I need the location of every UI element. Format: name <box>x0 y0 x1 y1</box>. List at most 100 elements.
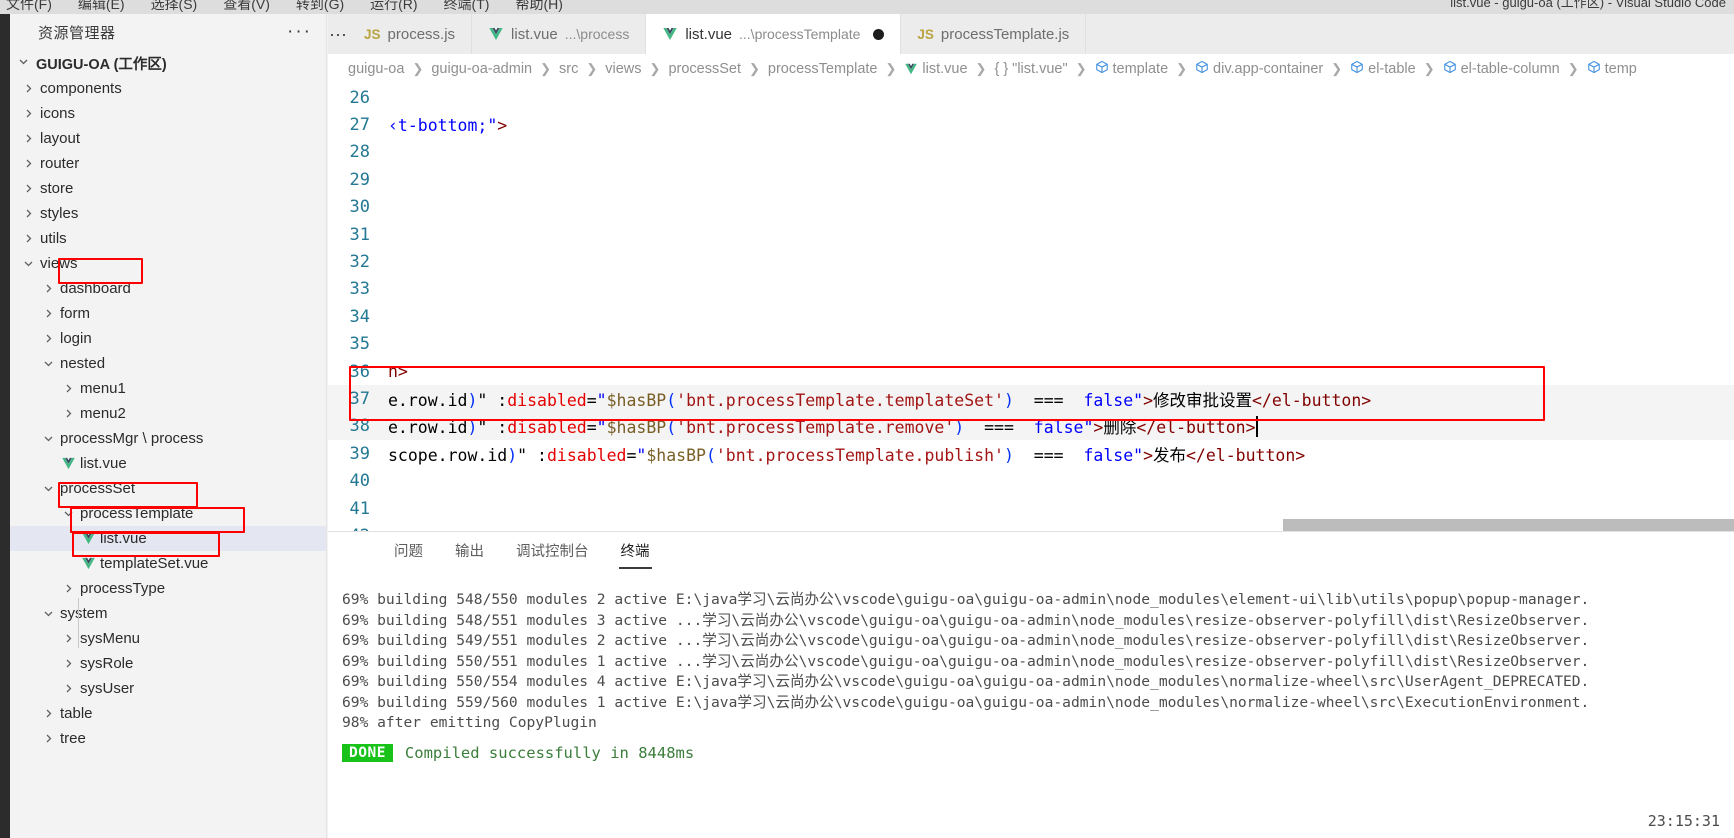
panel-tab-bar[interactable]: 问题 输出 调试控制台 终端 <box>328 532 1734 569</box>
tree-item-folder[interactable]: sysMenu <box>10 626 326 651</box>
menu-item[interactable]: 帮助(H) <box>515 0 562 11</box>
tree-item-folder[interactable]: icons <box>10 101 326 126</box>
breadcrumb-item[interactable]: el-table-column <box>1443 60 1560 78</box>
chevron-right-icon[interactable] <box>58 633 78 644</box>
chevron-down-icon[interactable] <box>38 608 58 619</box>
panel-tab[interactable]: 问题 <box>392 540 425 561</box>
code-line[interactable]: 30 <box>328 194 1734 221</box>
tree-item-folder[interactable]: sysUser <box>10 676 326 701</box>
tree-item-folder[interactable]: nested <box>10 351 326 376</box>
chevron-right-icon[interactable] <box>58 408 78 419</box>
chevron-right-icon[interactable] <box>18 183 38 194</box>
editor-tab-bar[interactable]: ··· JS process.js list.vue ...\process list.v… <box>328 14 1734 54</box>
chevron-right-icon[interactable] <box>38 333 58 344</box>
chevron-down-icon[interactable] <box>38 483 58 494</box>
tree-item-folder[interactable]: styles <box>10 201 326 226</box>
workspace-root[interactable]: GUIGU-OA (工作区) <box>10 50 326 76</box>
tree-item-folder[interactable]: processTemplate <box>10 501 326 526</box>
tree-item-file[interactable]: list.vue <box>10 451 326 476</box>
code-line[interactable]: 29 <box>328 166 1734 193</box>
menu-item[interactable]: 编辑(E) <box>78 0 125 11</box>
tree-item-folder[interactable]: menu1 <box>10 376 326 401</box>
breadcrumb[interactable]: guigu-oa ❯ guigu-oa-admin ❯ src ❯ views ❯ proces… <box>328 54 1734 84</box>
tree-item-folder[interactable]: utils <box>10 226 326 251</box>
menu-item[interactable]: 终端(T) <box>444 0 490 11</box>
activity-bar[interactable] <box>0 14 10 838</box>
chevron-down-icon[interactable] <box>58 508 78 519</box>
chevron-right-icon[interactable] <box>38 283 58 294</box>
code-line[interactable]: 26 <box>328 84 1734 111</box>
chevron-down-icon[interactable] <box>38 433 58 444</box>
breadcrumb-item[interactable]: template <box>1095 60 1168 78</box>
panel-tab[interactable]: 输出 <box>453 540 486 561</box>
tree-item-folder[interactable]: form <box>10 301 326 326</box>
tree-item-folder[interactable]: views <box>10 251 326 276</box>
menu-item[interactable]: 运行(R) <box>370 0 417 11</box>
chevron-right-icon[interactable] <box>38 733 58 744</box>
breadcrumb-item[interactable]: guigu-oa-admin <box>431 61 532 77</box>
code-line[interactable]: 28 <box>328 139 1734 166</box>
breadcrumb-item[interactable]: { } "list.vue" <box>994 61 1067 77</box>
code-line[interactable]: 37 e.row.id)" :disabled="$hasBP('bnt.proc… <box>328 385 1734 413</box>
code-line[interactable]: 33 <box>328 276 1734 303</box>
unsaved-dot-icon[interactable] <box>873 28 885 40</box>
code-line[interactable]: 32 <box>328 248 1734 275</box>
chevron-right-icon[interactable] <box>18 233 38 244</box>
code-line[interactable]: 40 <box>328 467 1734 494</box>
tree-item-folder[interactable]: router <box>10 151 326 176</box>
editor-tab[interactable]: list.vue ...\processTemplate <box>646 14 902 54</box>
menu-item[interactable]: 文件(F) <box>6 0 52 11</box>
breadcrumb-item[interactable]: views <box>605 61 641 77</box>
tree-item-folder[interactable]: processType <box>10 576 326 601</box>
tree-item-file[interactable]: list.vue <box>10 526 326 551</box>
code-line[interactable]: 39 scope.row.id)" :disabled="$hasBP('bnt.… <box>328 440 1734 467</box>
tree-item-folder[interactable]: table <box>10 701 326 726</box>
menu-item[interactable]: 转到(G) <box>296 0 344 11</box>
panel-tab[interactable]: 调试控制台 <box>514 540 591 561</box>
chevron-right-icon[interactable] <box>38 308 58 319</box>
breadcrumb-item[interactable]: temp <box>1587 60 1637 78</box>
tree-item-folder[interactable]: system <box>10 601 326 626</box>
code-line[interactable]: 38 e.row.id)" :disabled="$hasBP('bnt.proc… <box>328 412 1734 441</box>
code-line[interactable]: 27 ‹t-bottom;"> <box>328 111 1734 138</box>
tree-item-folder[interactable]: sysRole <box>10 651 326 676</box>
tree-item-file[interactable]: templateSet.vue <box>10 551 326 576</box>
chevron-right-icon[interactable] <box>18 208 38 219</box>
tree-item-folder[interactable]: dashboard <box>10 276 326 301</box>
tree-item-folder[interactable]: processSet <box>10 476 326 501</box>
tab-overflow-icon[interactable]: ··· <box>328 14 348 54</box>
tree-item-folder[interactable]: components <box>10 76 326 101</box>
code-text[interactable]: e.row.id)" :disabled="$hasBP('bnt.proces… <box>388 387 1371 411</box>
tree-item-folder[interactable]: menu2 <box>10 401 326 426</box>
chevron-right-icon[interactable] <box>58 658 78 669</box>
code-text[interactable]: e.row.id)" :disabled="$hasBP('bnt.proces… <box>388 414 1258 438</box>
code-line[interactable]: 31 <box>328 221 1734 248</box>
breadcrumb-item[interactable]: guigu-oa <box>348 61 404 77</box>
code-line[interactable]: 36 n> <box>328 358 1734 385</box>
tree-item-folder[interactable]: processMgr \ process <box>10 426 326 451</box>
breadcrumb-item[interactable]: el-table <box>1350 60 1416 78</box>
chevron-down-icon[interactable] <box>18 258 38 269</box>
chevron-right-icon[interactable] <box>58 683 78 694</box>
panel-tab[interactable]: 终端 <box>618 540 652 569</box>
breadcrumb-item[interactable]: processTemplate <box>768 61 878 77</box>
code-line[interactable]: 34 <box>328 303 1734 330</box>
menu-item[interactable]: 查看(V) <box>223 0 270 11</box>
breadcrumb-item[interactable]: list.vue <box>904 61 968 77</box>
breadcrumb-item[interactable]: div.app-container <box>1195 60 1323 78</box>
terminal-output[interactable]: 69% building 548/550 modules 2 active E:… <box>328 568 1734 734</box>
horizontal-scrollbar[interactable] <box>1283 519 1734 531</box>
chevron-right-icon[interactable] <box>18 133 38 144</box>
tree-item-folder[interactable]: store <box>10 176 326 201</box>
chevron-right-icon[interactable] <box>18 158 38 169</box>
editor-tab[interactable]: JS process.js <box>348 14 473 54</box>
editor-tab[interactable]: list.vue ...\process <box>472 14 647 54</box>
more-actions-icon[interactable]: ··· <box>287 22 312 41</box>
code-text[interactable]: n> <box>388 362 408 381</box>
code-line[interactable]: 35 <box>328 331 1734 358</box>
code-text[interactable]: ‹t-bottom;"> <box>388 116 507 135</box>
breadcrumb-item[interactable]: src <box>559 61 578 77</box>
tree-item-folder[interactable]: login <box>10 326 326 351</box>
chevron-right-icon[interactable] <box>58 583 78 594</box>
editor-tab[interactable]: JS processTemplate.js <box>901 14 1087 54</box>
